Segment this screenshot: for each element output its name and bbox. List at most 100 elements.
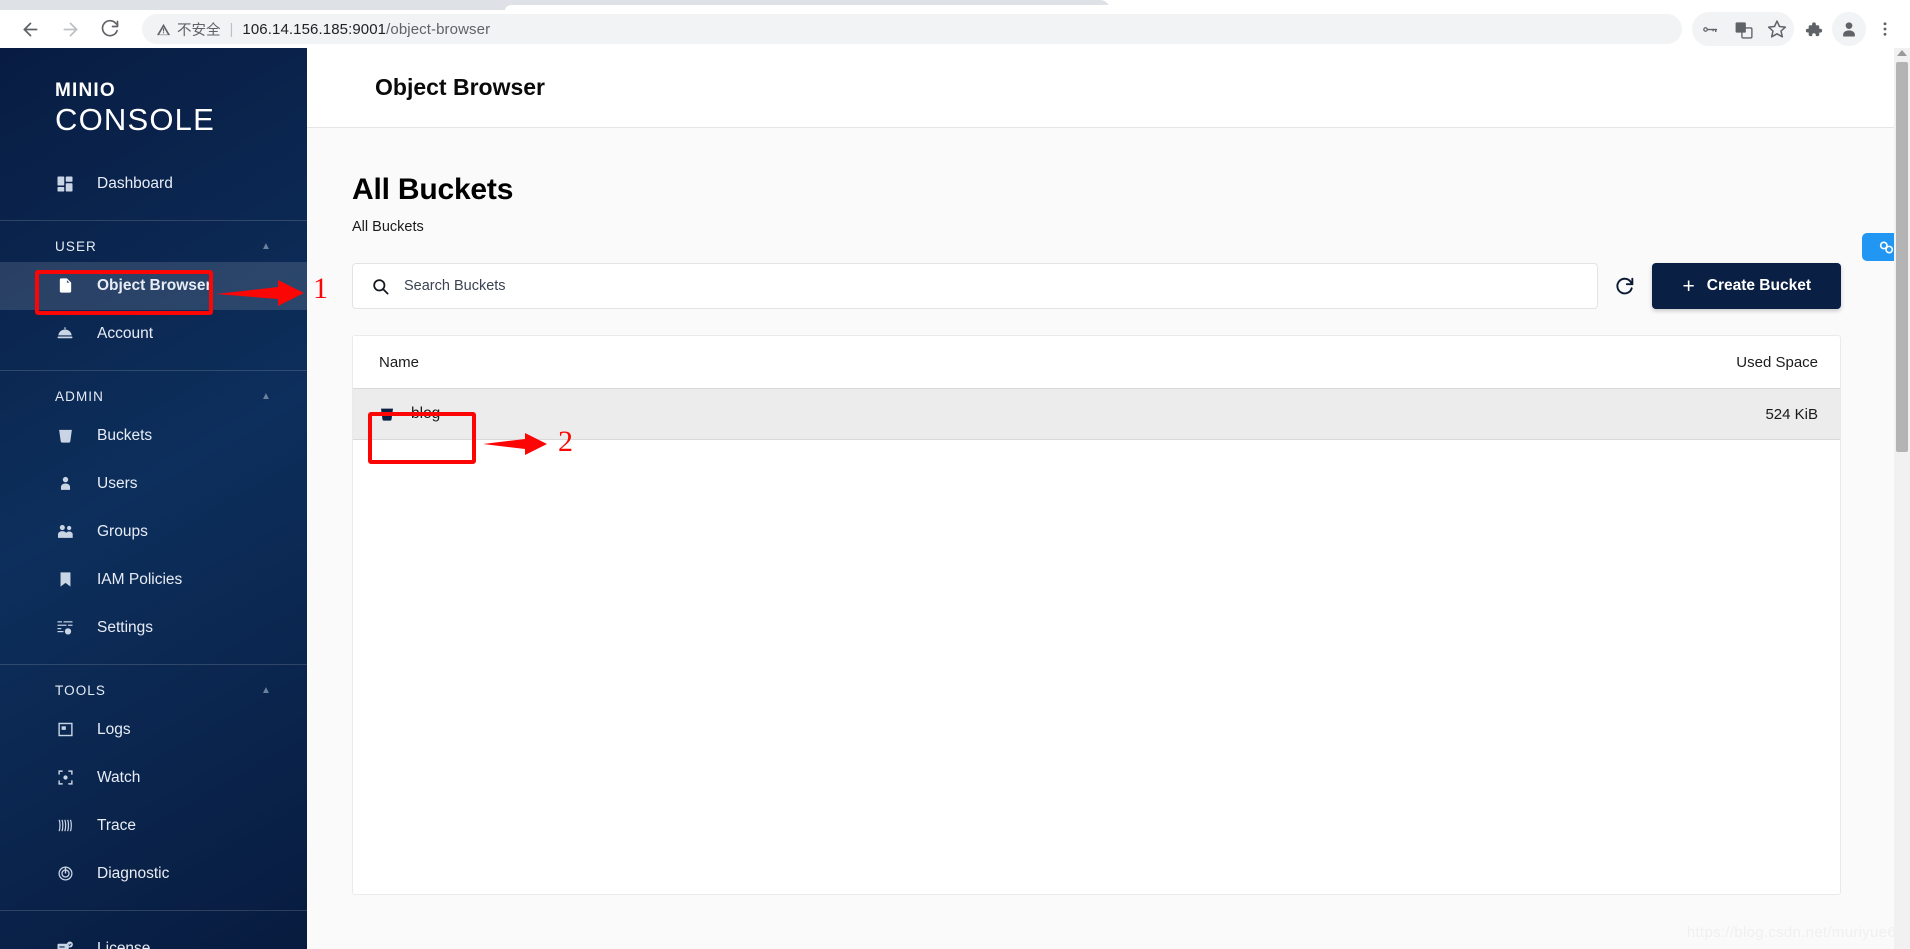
search-icon xyxy=(371,277,390,296)
sidebar-item-users[interactable]: Users xyxy=(0,460,307,508)
toolbar-row: Search Buckets + Create Bucket xyxy=(352,263,1841,309)
omnibox-actions-pill xyxy=(1692,12,1794,46)
address-bar[interactable]: 不安全 | 106.14.156.185:9001/object-browser xyxy=(142,14,1682,44)
baidu-netdisk-cloud-icon xyxy=(1879,240,1893,254)
breadcrumb: All Buckets xyxy=(352,219,424,235)
section-title: TOOLS xyxy=(55,682,107,698)
page-viewport: MINIO CONSOLE Dashboard USER ▲ Object Br… xyxy=(0,48,1910,949)
browser-actions xyxy=(1692,12,1910,46)
sidebar-item-dashboard[interactable]: Dashboard xyxy=(0,160,307,208)
minio-console-logo[interactable]: MINIO CONSOLE xyxy=(0,48,307,138)
sidebar-section-user[interactable]: USER ▲ xyxy=(0,221,307,262)
logo-minio-text: MINIO xyxy=(55,80,116,101)
license-certificate-icon xyxy=(55,939,75,949)
bucket-used-space-cell: 524 KiB xyxy=(1765,405,1818,423)
bucket-name-label: blog xyxy=(411,405,441,422)
sidebar-item-label: Diagnostic xyxy=(97,864,170,882)
create-bucket-label: Create Bucket xyxy=(1706,277,1811,294)
search-buckets-field[interactable]: Search Buckets xyxy=(352,263,1599,309)
section-title: USER xyxy=(55,238,97,254)
chevron-up-icon[interactable]: ▲ xyxy=(261,241,272,252)
bucket-name-cell[interactable]: blog xyxy=(379,405,1638,423)
arrow-left-icon xyxy=(23,22,37,36)
settings-gear-icon xyxy=(55,618,75,638)
bookmark-button[interactable] xyxy=(1760,12,1794,46)
security-label: 不安全 xyxy=(177,22,221,39)
forward-button[interactable] xyxy=(50,10,90,48)
password-manager-button[interactable] xyxy=(1692,12,1726,46)
three-dot-menu-icon xyxy=(1883,22,1887,36)
plus-icon: + xyxy=(1682,274,1695,298)
sidebar-section-admin[interactable]: ADMIN ▲ xyxy=(0,371,307,412)
sidebar: MINIO CONSOLE Dashboard USER ▲ Object Br… xyxy=(0,48,307,949)
arrow-right-icon xyxy=(63,22,77,36)
main-content: Object Browser All Buckets All Buckets S… xyxy=(307,48,1896,949)
back-button[interactable] xyxy=(10,10,50,48)
sidebar-item-label: Settings xyxy=(97,618,154,636)
sidebar-item-label: Logs xyxy=(97,720,131,738)
puzzle-icon xyxy=(1805,21,1822,36)
chevron-up-icon[interactable]: ▲ xyxy=(261,391,272,402)
table-row[interactable]: blog 524 KiB xyxy=(353,388,1840,440)
vertical-scrollbar[interactable] xyxy=(1894,48,1910,949)
sidebar-item-label: Dashboard xyxy=(97,174,173,192)
warning-triangle-icon xyxy=(156,23,171,35)
browser-tab-strip[interactable] xyxy=(0,0,1910,11)
table-header-row: Name Used Space xyxy=(353,336,1840,388)
buckets-table: Name Used Space blog 524 KiB xyxy=(352,335,1841,895)
sidebar-item-settings[interactable]: Settings xyxy=(0,604,307,652)
sidebar-section-tools[interactable]: TOOLS ▲ xyxy=(0,665,307,706)
scroll-up-arrow-icon[interactable] xyxy=(1897,50,1907,56)
sidebar-item-label: Watch xyxy=(97,768,141,786)
dashboard-icon xyxy=(55,174,75,194)
sidebar-item-label: Account xyxy=(97,324,154,342)
security-indicator[interactable]: 不安全 xyxy=(156,19,221,40)
service-bell-icon xyxy=(55,324,75,344)
sidebar-item-diagnostic[interactable]: Diagnostic xyxy=(0,850,307,898)
refresh-icon xyxy=(1616,277,1634,295)
sidebar-item-account[interactable]: Account xyxy=(0,310,307,358)
sidebar-item-watch[interactable]: Watch xyxy=(0,754,307,802)
refresh-button[interactable] xyxy=(1598,263,1652,309)
document-icon xyxy=(55,276,75,296)
sidebar-item-label: Groups xyxy=(97,522,148,540)
extensions-button[interactable] xyxy=(1796,12,1830,46)
chrome-menu-button[interactable] xyxy=(1868,12,1902,46)
translate-icon xyxy=(1735,21,1753,39)
sidebar-item-iam-policies[interactable]: IAM Policies xyxy=(0,556,307,604)
sidebar-item-label: License xyxy=(97,939,151,949)
chevron-up-icon[interactable]: ▲ xyxy=(261,685,272,696)
bucket-icon xyxy=(55,426,75,446)
annotation-number-2: 2 xyxy=(558,425,573,458)
sidebar-item-label: IAM Policies xyxy=(97,570,183,588)
sidebar-item-label: Object Browser xyxy=(97,276,212,294)
sidebar-item-logs[interactable]: Logs xyxy=(0,706,307,754)
omnibox-separator: | xyxy=(229,20,234,38)
sidebar-item-object-browser[interactable]: Object Browser xyxy=(0,261,307,310)
sidebar-item-license[interactable]: License xyxy=(0,925,307,949)
create-bucket-button[interactable]: + Create Bucket xyxy=(1652,263,1841,309)
sidebar-item-label: Buckets xyxy=(97,426,153,444)
section-heading: All Buckets xyxy=(352,173,514,206)
focus-target-icon xyxy=(55,768,75,788)
page-watermark: https://blog.csdn.net/muriyue6 xyxy=(1686,924,1896,941)
url-text: 106.14.156.185:9001/object-browser xyxy=(242,21,490,38)
users-group-icon xyxy=(55,522,75,542)
screen: 不安全 | 106.14.156.185:9001/object-browser xyxy=(0,0,1910,949)
sidebar-item-buckets[interactable]: Buckets xyxy=(0,412,307,460)
translate-button[interactable] xyxy=(1726,12,1760,46)
reload-icon xyxy=(101,19,119,37)
column-header-used-space[interactable]: Used Space xyxy=(1638,354,1818,371)
browser-toolbar: 不安全 | 106.14.156.185:9001/object-browser xyxy=(0,10,1910,48)
sidebar-item-trace[interactable]: Trace xyxy=(0,802,307,850)
reload-button[interactable] xyxy=(90,10,130,48)
logo-console-text: CONSOLE xyxy=(55,102,215,137)
column-header-name[interactable]: Name xyxy=(379,354,1638,371)
content-area: All Buckets All Buckets Search Buckets + xyxy=(307,128,1896,895)
account-avatar-icon xyxy=(1843,22,1855,37)
profile-button[interactable] xyxy=(1832,12,1866,46)
bucket-icon xyxy=(379,406,395,422)
scrollbar-thumb[interactable] xyxy=(1896,62,1908,452)
search-input-placeholder: Search Buckets xyxy=(404,278,506,294)
sidebar-item-groups[interactable]: Groups xyxy=(0,508,307,556)
